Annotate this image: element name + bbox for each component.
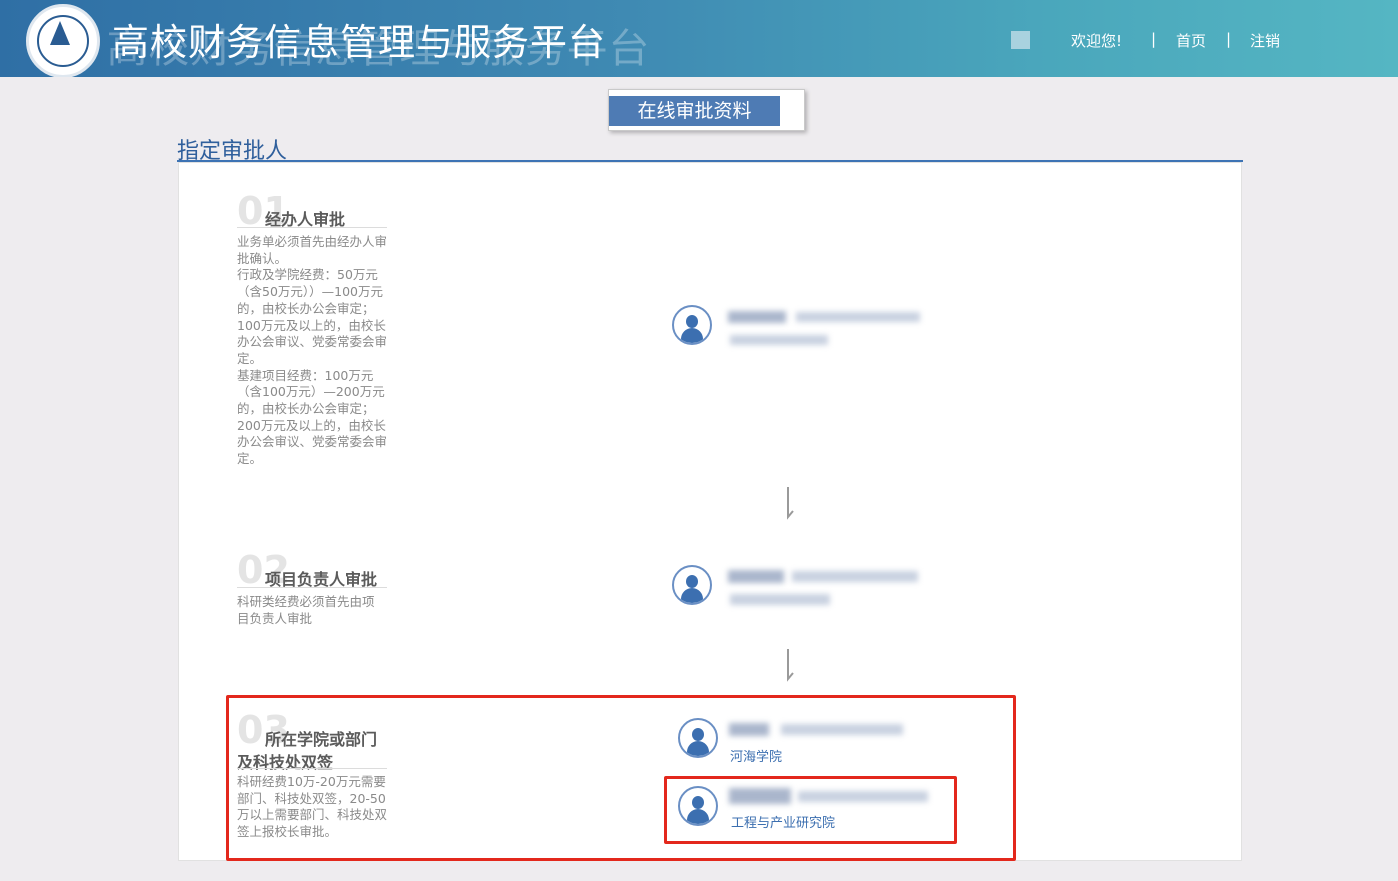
highlight-box-approver bbox=[664, 776, 957, 844]
redacted-name bbox=[728, 570, 784, 583]
university-logo-icon bbox=[26, 4, 100, 77]
welcome-text: 欢迎您! bbox=[1071, 32, 1123, 50]
header-separator: | bbox=[1151, 30, 1157, 48]
step-description: 业务单必须首先由经办人审批确认。 行政及学院经费：50万元（含50万元））—10… bbox=[237, 234, 388, 467]
step-description: 科研类经费必须首先由项目负责人审批 bbox=[237, 594, 375, 626]
step-underline bbox=[237, 227, 387, 228]
redacted-name bbox=[728, 311, 786, 323]
header-square-icon bbox=[1011, 31, 1030, 49]
step-underline bbox=[237, 587, 387, 588]
user-avatar-icon bbox=[672, 305, 712, 345]
home-link[interactable]: 首页 bbox=[1176, 30, 1206, 51]
header-separator: | bbox=[1226, 30, 1232, 48]
header-title: 高校财务信息管理与服务平台 bbox=[112, 21, 606, 64]
online-approval-tab-label[interactable]: 在线审批资料 bbox=[609, 96, 780, 126]
top-header: 高校财务信息管理与服务平台 高校财务信息管理与服务平台 欢迎您! | 首页 | … bbox=[0, 0, 1398, 77]
logout-link[interactable]: 注销 bbox=[1250, 30, 1280, 51]
redacted-dept bbox=[730, 335, 828, 345]
down-arrow-icon bbox=[787, 649, 794, 682]
user-avatar-icon bbox=[672, 565, 712, 605]
redacted-info bbox=[796, 312, 920, 322]
online-approval-tab[interactable]: 在线审批资料 bbox=[608, 89, 805, 131]
down-arrow-icon bbox=[787, 487, 794, 520]
logo-tree-emblem bbox=[50, 21, 70, 45]
redacted-info bbox=[792, 571, 918, 582]
redacted-dept bbox=[730, 594, 830, 605]
